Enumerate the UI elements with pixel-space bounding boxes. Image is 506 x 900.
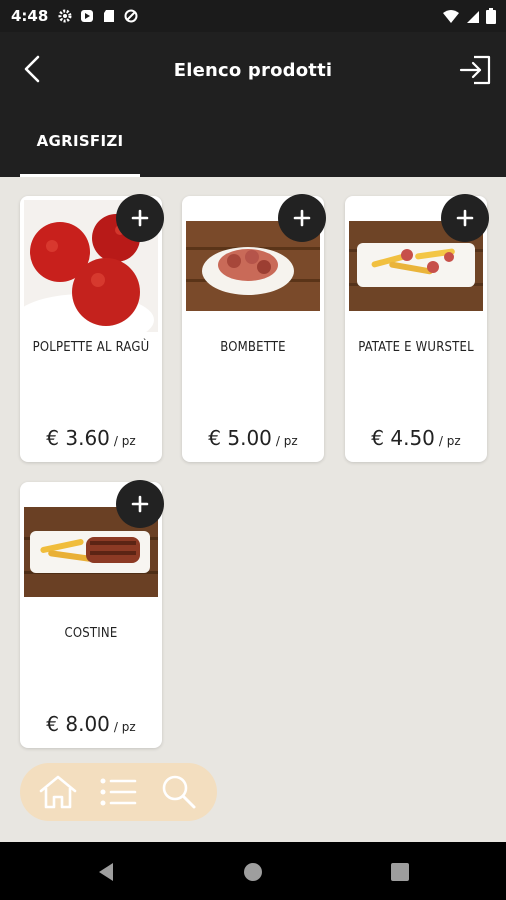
circle-home-icon xyxy=(244,863,262,881)
plus-icon xyxy=(131,495,149,513)
app-bar: Elenco prodotti AGRISFIZI xyxy=(0,32,506,177)
product-price: € 8.00/ pz xyxy=(20,712,162,736)
product-name: BOMBETTE xyxy=(220,340,286,355)
blocked-icon xyxy=(124,8,138,23)
tab-agrisfizi[interactable]: AGRISFIZI xyxy=(20,116,140,177)
price-unit: / pz xyxy=(438,434,461,448)
plus-icon xyxy=(131,209,149,227)
product-card[interactable]: COSTINE € 8.00/ pz xyxy=(20,480,164,748)
product-card[interactable]: POLPETTE AL RAGÙ € 3.60/ pz xyxy=(20,194,164,462)
plus-icon xyxy=(456,209,474,227)
product-card[interactable]: PATATE E WURSTEL € 4.50/ pz xyxy=(345,194,489,462)
price-value: € 8.00 xyxy=(46,712,110,736)
square-recents-icon xyxy=(391,863,409,881)
battery-icon xyxy=(486,8,496,28)
page-title: Elenco prodotti xyxy=(173,60,333,81)
price-value: € 5.00 xyxy=(208,426,272,450)
status-bar: 4:48 xyxy=(0,0,506,32)
product-name: PATATE E WURSTEL xyxy=(358,340,474,355)
signal-icon xyxy=(466,9,480,28)
add-to-cart-button[interactable] xyxy=(116,194,164,242)
tab-label: AGRISFIZI xyxy=(36,132,124,150)
triangle-back-icon xyxy=(99,863,113,881)
nav-home-button[interactable] xyxy=(241,860,265,884)
gear-icon xyxy=(58,8,72,23)
price-value: € 3.60 xyxy=(46,426,110,450)
nav-recents-button[interactable] xyxy=(388,860,412,884)
add-to-cart-button[interactable] xyxy=(116,480,164,528)
system-nav-bar xyxy=(0,842,506,900)
tab-indicator xyxy=(20,174,140,177)
product-name: POLPETTE AL RAGÙ xyxy=(32,340,150,355)
product-price: € 5.00/ pz xyxy=(182,426,324,450)
product-price: € 3.60/ pz xyxy=(20,426,162,450)
plus-icon xyxy=(293,209,311,227)
system-icons xyxy=(442,8,496,28)
bottom-nav-pill xyxy=(20,763,217,821)
nav-back-button[interactable] xyxy=(95,860,119,884)
add-to-cart-button[interactable] xyxy=(278,194,326,242)
notification-icons xyxy=(58,8,138,23)
sd-card-icon xyxy=(102,8,116,22)
status-time: 4:48 xyxy=(11,7,49,25)
logout-button[interactable] xyxy=(458,54,494,86)
search-icon xyxy=(162,775,196,809)
home-button[interactable] xyxy=(36,770,80,814)
product-card[interactable]: BOMBETTE € 5.00/ pz xyxy=(182,194,326,462)
add-to-cart-button[interactable] xyxy=(441,194,489,242)
play-icon xyxy=(80,8,94,22)
wifi-icon xyxy=(442,9,460,28)
search-button[interactable] xyxy=(157,770,201,814)
price-unit: / pz xyxy=(113,720,136,734)
home-icon xyxy=(39,775,77,809)
list-icon xyxy=(100,778,137,806)
price-value: € 4.50 xyxy=(371,426,435,450)
price-unit: / pz xyxy=(275,434,298,448)
product-name: COSTINE xyxy=(64,626,118,641)
price-unit: / pz xyxy=(113,434,136,448)
list-button[interactable] xyxy=(96,770,140,814)
logout-icon xyxy=(459,55,491,85)
product-price: € 4.50/ pz xyxy=(345,426,487,450)
